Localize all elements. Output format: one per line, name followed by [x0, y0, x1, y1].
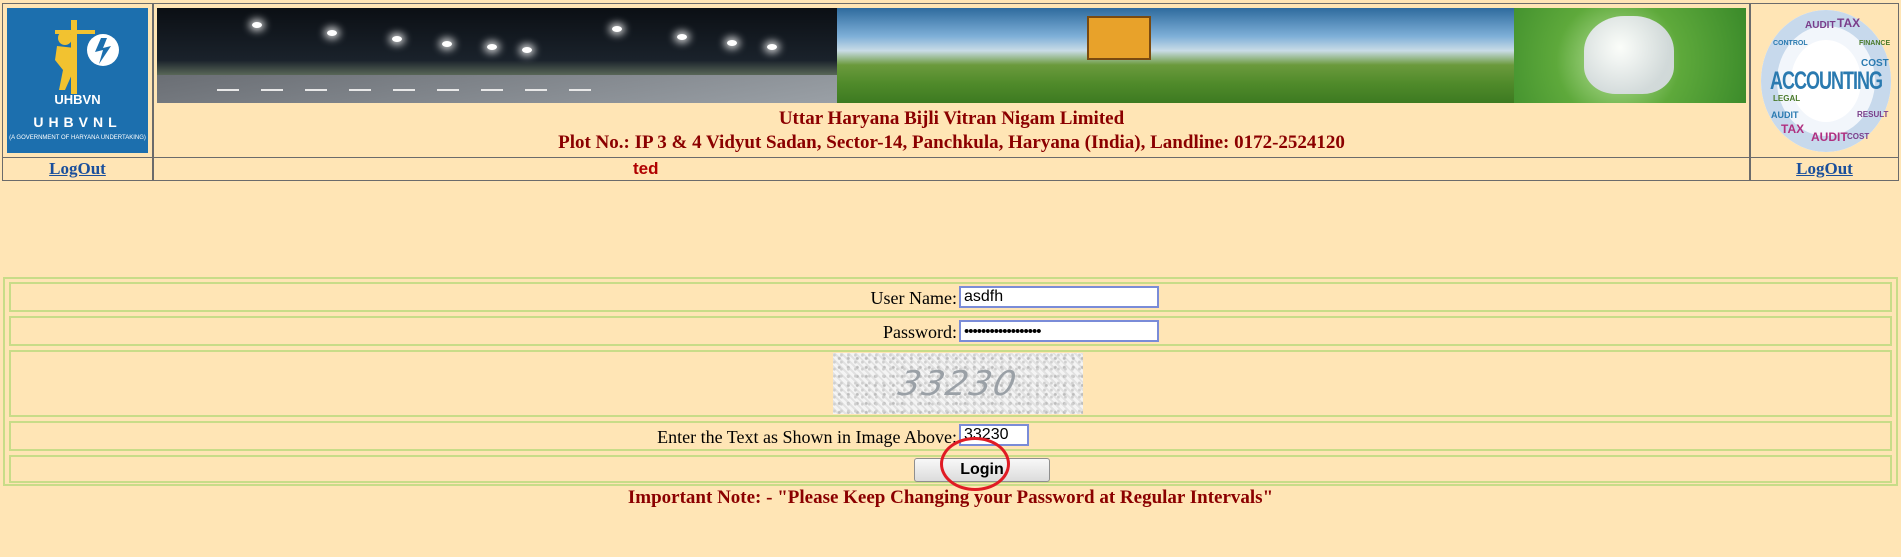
banner-image: [157, 8, 1746, 103]
logout-link-left[interactable]: LogOut: [3, 158, 152, 180]
tag-word: RESULT: [1857, 110, 1889, 119]
captcha-input[interactable]: [959, 424, 1029, 446]
right-logo-cell: AUDIT TAX FINANCE COST RESULT CONTROL LE…: [1750, 3, 1899, 158]
login-form: User Name: Password: 33230 Enter the Tex…: [3, 277, 1898, 486]
tag-word: AUDIT: [1805, 20, 1836, 31]
nav-right-cell: LogOut: [1750, 157, 1899, 181]
marquee-message: ted: [633, 159, 659, 178]
cfl-bulb-image: [1514, 8, 1746, 103]
important-note: Important Note: - "Please Keep Changing …: [627, 487, 1274, 508]
accounting-word-cloud: AUDIT TAX FINANCE COST RESULT CONTROL LE…: [1761, 10, 1891, 152]
login-button[interactable]: Login: [914, 458, 1050, 482]
captcha-entry-row: Enter the Text as Shown in Image Above:: [9, 421, 1892, 451]
uhbvnl-logo: UHBVN UHBVNL (A GOVERNMENT OF HARYANA UN…: [7, 8, 148, 153]
login-row: Login: [9, 455, 1892, 483]
captcha-image: 33230: [833, 353, 1083, 414]
logo-name-text: UHBVNL: [33, 114, 122, 130]
password-row: Password:: [9, 316, 1892, 346]
tag-word: FINANCE: [1859, 40, 1891, 47]
username-label: User Name:: [870, 288, 957, 308]
tag-word: AUDIT: [1771, 110, 1799, 120]
accounting-word: ACCOUNTING: [1770, 66, 1883, 95]
username-row: User Name:: [9, 282, 1892, 312]
tag-word: CONTROL: [1773, 40, 1808, 47]
logo-tagline-text: (A GOVERNMENT OF HARYANA UNDERTAKING): [9, 135, 146, 141]
tag-word: TAX: [1781, 122, 1805, 136]
captcha-label: Enter the Text as Shown in Image Above:: [657, 427, 957, 447]
nav-left-cell: LogOut: [2, 157, 153, 181]
street-lights-image: [157, 8, 837, 103]
password-label: Password:: [882, 322, 957, 342]
meter-field-image: [837, 8, 1514, 103]
tag-word: COST: [1847, 132, 1870, 141]
captcha-row: 33230: [9, 350, 1892, 417]
logout-link-right[interactable]: LogOut: [1751, 158, 1898, 180]
username-input[interactable]: [959, 286, 1159, 308]
nav-message-cell: ted: [153, 157, 1750, 181]
org-name: Uttar Haryana Bijli Vitran Nigam Limited: [778, 108, 1125, 129]
banner-cell: Uttar Haryana Bijli Vitran Nigam Limited…: [153, 3, 1750, 158]
org-address: Plot No.: IP 3 & 4 Vidyut Sadan, Sector-…: [558, 132, 1345, 153]
password-input[interactable]: [959, 320, 1159, 342]
lineman-icon: [55, 20, 119, 94]
tag-word: TAX: [1837, 16, 1861, 30]
logo-cell: UHBVN UHBVNL (A GOVERNMENT OF HARYANA UN…: [2, 3, 153, 158]
tag-word: AUDIT: [1811, 130, 1848, 144]
logo-brand-text: UHBVN: [54, 92, 101, 107]
captcha-text: 33230: [894, 363, 1022, 404]
